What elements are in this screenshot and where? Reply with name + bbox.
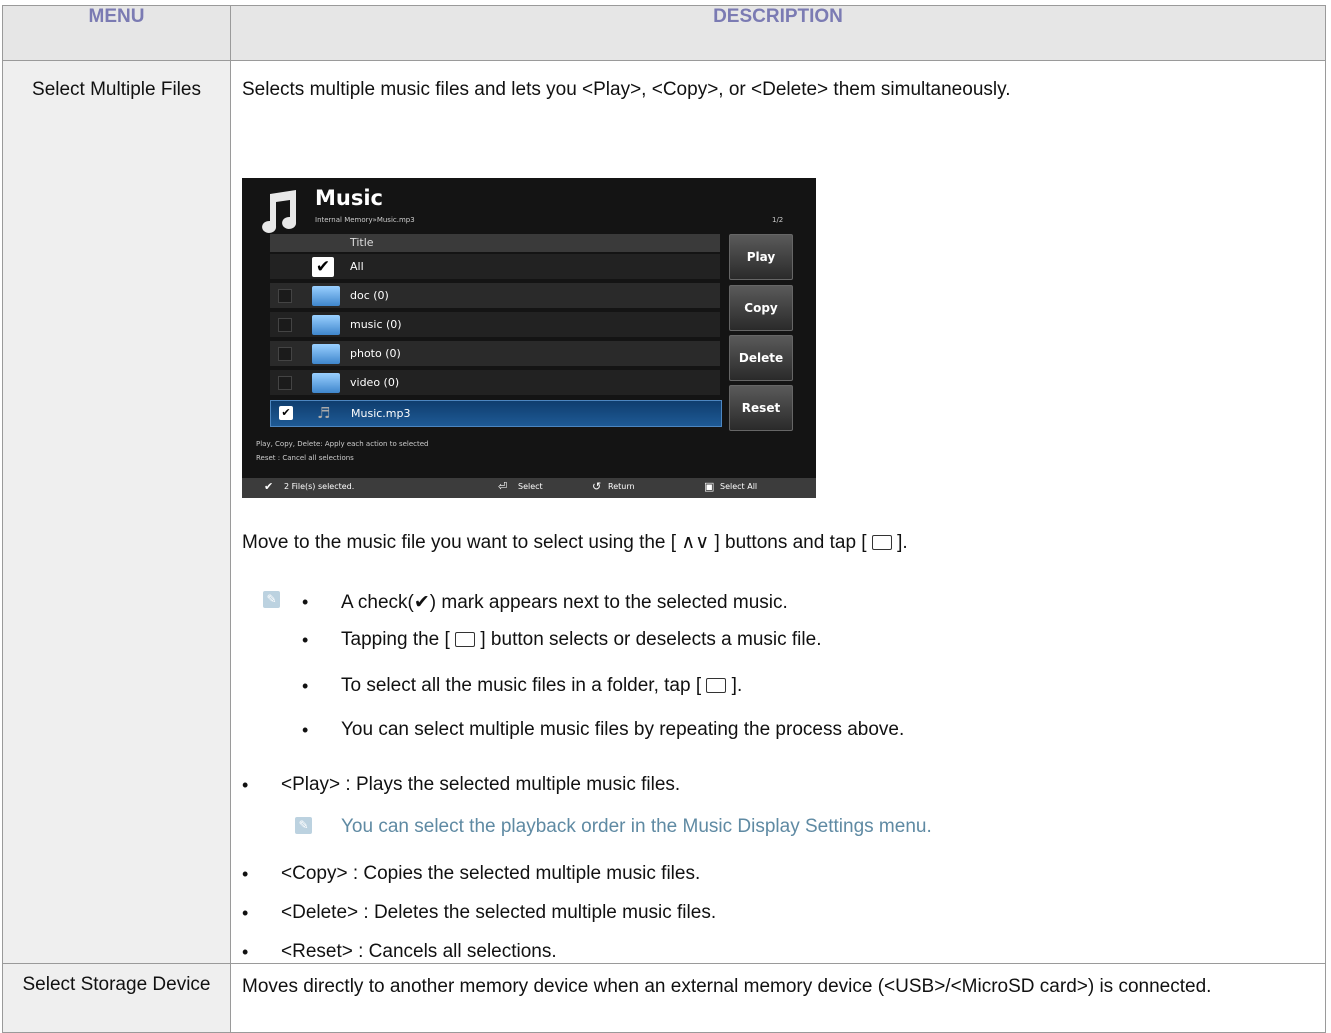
menu-column-header: MENU bbox=[2, 5, 231, 61]
note-select-all: To select all the music files in a folde… bbox=[341, 675, 743, 696]
delete-description: <Delete> : Deletes the selected multiple… bbox=[281, 902, 717, 923]
enter-icon bbox=[871, 535, 892, 551]
reset-description: <Reset> : Cancels all selections. bbox=[281, 941, 557, 962]
list-item[interactable]: video (0) bbox=[270, 370, 720, 395]
check-icon: ✔ bbox=[264, 480, 274, 493]
tip-text: You can select the playback order in the… bbox=[341, 816, 932, 837]
footer-return: Return bbox=[608, 482, 635, 491]
music-file-icon: ♬ bbox=[317, 404, 331, 422]
note-check-mark: A check(✔) mark appears next to the sele… bbox=[341, 592, 788, 613]
delete-button[interactable]: Delete bbox=[729, 335, 793, 381]
check-icon: ✔ bbox=[279, 406, 293, 420]
bullet: • bbox=[302, 630, 309, 650]
screenshot-path: Internal Memory»Music.mp3 bbox=[315, 216, 415, 224]
folder-icon bbox=[312, 373, 340, 393]
description-cell: Moves directly to another memory device … bbox=[230, 963, 1326, 1033]
play-button[interactable]: Play bbox=[729, 234, 793, 280]
copy-description: <Copy> : Copies the selected multiple mu… bbox=[281, 863, 701, 884]
bullet: • bbox=[302, 676, 309, 696]
table-row: Select Multiple Files Selects multiple m… bbox=[2, 60, 1326, 964]
help-text: Play, Copy, Delete: Apply each action to… bbox=[256, 440, 429, 448]
note-tapping: Tapping the [ ] button selects or desele… bbox=[341, 629, 822, 650]
check-icon: ✔ bbox=[312, 257, 334, 277]
menu-cell: Select Multiple Files bbox=[2, 60, 231, 964]
reset-button[interactable]: Reset bbox=[729, 385, 793, 431]
screenshot-page: 1/2 bbox=[772, 216, 784, 224]
selected-count: 2 File(s) selected. bbox=[284, 482, 355, 491]
bullet: • bbox=[242, 864, 249, 884]
footer-select: Select bbox=[518, 482, 543, 491]
menu-cell: Select Storage Device bbox=[2, 963, 231, 1033]
up-down-arrows-icon: ∧∨ bbox=[681, 532, 710, 553]
menu-item-select-multiple-files: Select Multiple Files bbox=[32, 79, 201, 100]
note-icon: ✎ bbox=[263, 591, 280, 608]
list-item[interactable]: doc (0) bbox=[270, 283, 720, 308]
bullet: • bbox=[302, 720, 309, 740]
checkbox[interactable] bbox=[278, 289, 292, 303]
footer-select-all: Select All bbox=[720, 482, 758, 491]
note-repeat: You can select multiple music files by r… bbox=[341, 719, 905, 740]
note-icon: ✎ bbox=[295, 817, 312, 834]
bullet: • bbox=[242, 903, 249, 923]
description-column-header: DESCRIPTION bbox=[230, 5, 1326, 61]
menu-table: MENU DESCRIPTION Select Multiple Files S… bbox=[2, 5, 1326, 1033]
checkbox[interactable] bbox=[278, 347, 292, 361]
list-item[interactable]: ✔ All bbox=[270, 254, 720, 279]
bullet: • bbox=[302, 592, 309, 612]
return-icon: ↺ bbox=[592, 480, 602, 493]
check-icon: ✔ bbox=[413, 592, 430, 613]
music-note-icon bbox=[262, 190, 297, 233]
description-cell: Selects multiple music files and lets yo… bbox=[230, 60, 1326, 964]
list-item[interactable]: music (0) bbox=[270, 312, 720, 337]
select-all-icon: ▣ bbox=[704, 480, 715, 493]
music-screenshot: Music Internal Memory»Music.mp3 1/2 Titl… bbox=[242, 178, 816, 498]
screenshot-title: Music bbox=[315, 186, 383, 210]
copy-button[interactable]: Copy bbox=[729, 285, 793, 331]
bullet: • bbox=[242, 942, 249, 962]
screenshot-column-header: Title bbox=[270, 234, 720, 252]
checkbox[interactable] bbox=[278, 318, 292, 332]
folder-icon bbox=[312, 344, 340, 364]
folder-icon bbox=[312, 286, 340, 306]
list-item[interactable]: photo (0) bbox=[270, 341, 720, 366]
select-all-icon bbox=[706, 678, 727, 694]
storage-description: Moves directly to another memory device … bbox=[242, 976, 1212, 997]
screenshot-footer: ✔ 2 File(s) selected. ⏎ Select ↺ Return … bbox=[242, 478, 816, 498]
menu-item-select-storage-device: Select Storage Device bbox=[22, 974, 211, 995]
table-row: Select Storage Device Moves directly to … bbox=[2, 963, 1326, 1033]
enter-icon bbox=[455, 632, 476, 648]
play-description: <Play> : Plays the selected multiple mus… bbox=[281, 774, 681, 795]
checkbox[interactable] bbox=[278, 376, 292, 390]
intro-text: Selects multiple music files and lets yo… bbox=[242, 79, 1011, 100]
bullet: • bbox=[242, 775, 249, 795]
folder-icon bbox=[312, 315, 340, 335]
list-item-selected[interactable]: ✔ ♬ Music.mp3 bbox=[270, 400, 722, 427]
enter-icon: ⏎ bbox=[498, 480, 508, 493]
move-instruction: Move to the music file you want to selec… bbox=[242, 532, 908, 553]
help-text: Reset : Cancel all selections bbox=[256, 454, 354, 462]
